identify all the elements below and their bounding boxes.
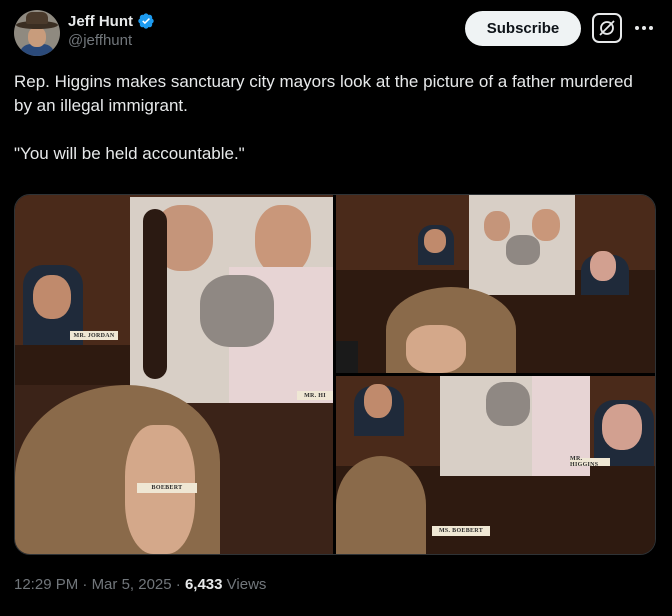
member-face — [33, 275, 71, 319]
author-name[interactable]: Jeff Hunt — [68, 13, 133, 30]
verified-badge-icon[interactable] — [137, 12, 155, 30]
tweet-header: Jeff Hunt @jeffhunt Subscribe — [14, 10, 658, 58]
tweet-meta: 12:29 PM · Mar 5, 2025 · 6,433 Views — [14, 576, 266, 593]
poster-man-face — [532, 209, 560, 241]
separator: · — [82, 576, 88, 593]
poster-man-face — [255, 205, 311, 275]
avatar[interactable] — [14, 10, 60, 56]
member-right-face — [602, 404, 642, 450]
separator: · — [175, 576, 181, 593]
avatar-face — [28, 27, 46, 47]
author-handle[interactable]: @jeffhunt — [68, 32, 155, 49]
member-left-face — [424, 229, 446, 253]
placard: MR. HIGGINS — [570, 456, 610, 468]
poster-woman-face — [484, 211, 510, 241]
more-icon[interactable] — [632, 16, 656, 40]
placard: MR. JORDAN — [70, 331, 118, 340]
foreground-head — [336, 456, 426, 554]
author-block: Jeff Hunt @jeffhunt — [68, 12, 155, 49]
grok-glyph — [599, 20, 615, 36]
placard: MR. HI — [297, 391, 333, 400]
avatar-hat-crown — [26, 12, 48, 24]
placard: MS. BOEBERT — [432, 526, 490, 536]
member-right-face — [590, 251, 616, 281]
foreground-face — [406, 325, 466, 373]
poster-woman-hair — [143, 209, 167, 379]
member-left-face — [364, 384, 392, 418]
camera — [336, 341, 358, 373]
poster-baby — [486, 382, 530, 426]
media-grid: MR. JORDAN MR. HI BOEBERT MR. HIGGINS MS… — [14, 194, 656, 555]
poster-baby — [200, 275, 274, 347]
placard: BOEBERT — [137, 483, 197, 493]
more-dots — [635, 26, 653, 30]
post-date[interactable]: Mar 5, 2025 — [92, 576, 172, 593]
media-photo-2[interactable] — [336, 195, 655, 373]
views-label: Views — [226, 576, 267, 593]
media-photo-1[interactable]: MR. JORDAN MR. HI BOEBERT — [15, 195, 333, 554]
views-count: 6,433 — [184, 576, 223, 593]
post-time[interactable]: 12:29 PM — [14, 576, 78, 593]
name-row: Jeff Hunt — [68, 12, 155, 30]
media-photo-3[interactable]: MR. HIGGINS MS. BOEBERT — [336, 376, 655, 554]
poster-baby — [506, 235, 540, 265]
grok-icon[interactable] — [592, 13, 622, 43]
tweet-text: Rep. Higgins makes sanctuary city mayors… — [14, 72, 633, 163]
subscribe-button[interactable]: Subscribe — [465, 11, 581, 46]
